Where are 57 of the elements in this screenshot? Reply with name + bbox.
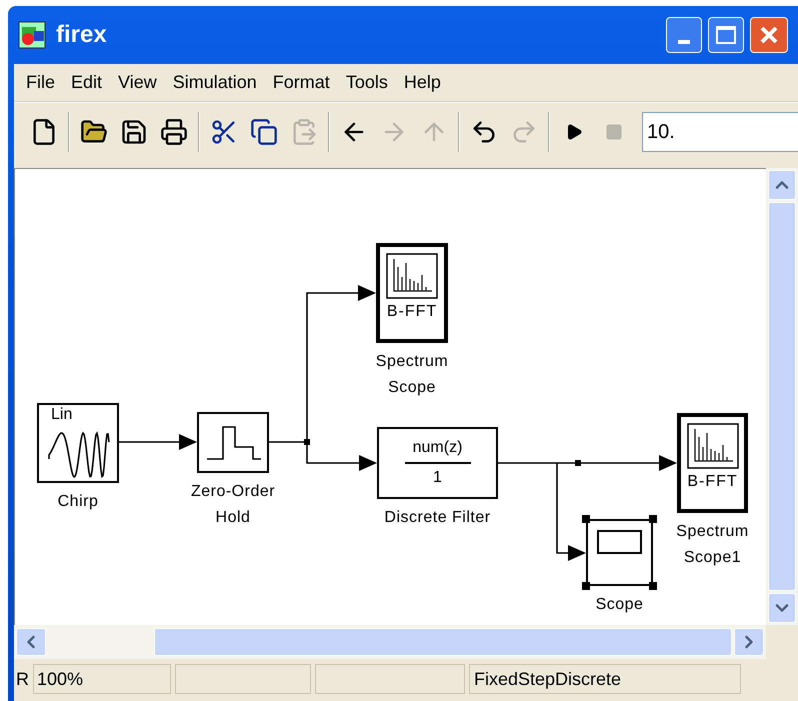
numerator-text: num(z) xyxy=(412,440,462,456)
stop-icon xyxy=(605,122,623,140)
scroll-thumb[interactable] xyxy=(154,628,732,656)
model-icon xyxy=(18,21,46,49)
block-label: Hold xyxy=(216,508,250,528)
block-label: Spectrum xyxy=(676,522,749,542)
scroll-left-button[interactable] xyxy=(16,628,46,656)
scroll-thumb[interactable] xyxy=(768,202,796,591)
spectrum-scope-block[interactable]: B-FFT xyxy=(677,413,748,513)
scroll-down-button[interactable] xyxy=(768,593,796,623)
block-text: B-FFT xyxy=(386,304,438,320)
selection-handle[interactable] xyxy=(582,582,590,590)
block-text: Lin xyxy=(51,407,72,423)
minimize-button[interactable] xyxy=(666,17,702,53)
denominator-text: 1 xyxy=(433,470,442,486)
menu-item[interactable]: Help xyxy=(396,69,449,96)
block-label: Discrete Filter xyxy=(384,508,491,528)
vertical-scrollbar[interactable] xyxy=(766,168,798,625)
solver-status: FixedStepDiscrete xyxy=(469,664,741,694)
menu-item[interactable]: Edit xyxy=(63,69,110,96)
menu-item[interactable]: File xyxy=(18,69,64,96)
block-label: Zero-Order xyxy=(190,482,276,502)
horizontal-scrollbar[interactable] xyxy=(14,625,766,659)
zoom-status: 100% xyxy=(33,664,171,694)
window-title: firex xyxy=(56,20,107,50)
printer-icon xyxy=(160,118,188,146)
stop-time-field[interactable]: 10. xyxy=(642,112,798,152)
maximize-button[interactable] xyxy=(708,17,744,53)
spectrum-icon xyxy=(386,253,438,299)
block-label: Scope1 xyxy=(684,548,742,568)
copy-icon xyxy=(250,118,278,146)
selection-handle[interactable] xyxy=(649,582,657,590)
chirp-block[interactable]: Lin xyxy=(37,403,119,483)
scroll-right-button[interactable] xyxy=(734,628,764,656)
menu-item[interactable]: Format xyxy=(264,69,338,96)
selection-handle[interactable] xyxy=(582,515,590,523)
close-icon xyxy=(759,25,779,45)
block-label: Scope xyxy=(388,378,436,398)
folder-icon xyxy=(80,118,108,146)
close-button[interactable] xyxy=(750,17,788,53)
block-label: Scope xyxy=(596,595,644,615)
selection-handle[interactable] xyxy=(649,515,657,523)
play-icon xyxy=(565,122,583,140)
filter-block[interactable]: num(z) 1 xyxy=(377,427,498,499)
mode-indicator: R xyxy=(16,668,29,690)
menu-item[interactable]: Simulation xyxy=(164,69,265,96)
scroll-up-button[interactable] xyxy=(768,170,796,200)
block-label: Spectrum xyxy=(376,352,448,372)
block-text: B-FFT xyxy=(687,474,738,490)
hold-block[interactable] xyxy=(197,412,269,473)
scope-screen-icon xyxy=(597,530,642,554)
menu-item[interactable]: View xyxy=(110,69,165,96)
save-icon xyxy=(120,118,148,146)
block-label: Chirp xyxy=(58,492,98,512)
spectrum-icon xyxy=(686,423,738,469)
menu-item[interactable]: Tools xyxy=(338,69,396,96)
spectrum-scope-block[interactable]: B-FFT xyxy=(376,243,448,343)
